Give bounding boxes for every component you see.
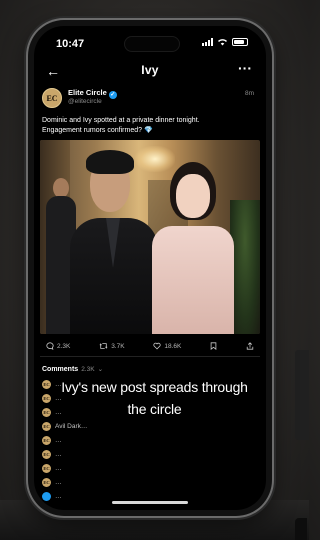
commenter-avatar: EC: [42, 449, 51, 459]
caption-line: the circle: [127, 401, 182, 417]
post-text-line: Engagement rumors confirmed? 💎: [42, 126, 258, 136]
chevron-down-icon: ⌄: [97, 366, 104, 373]
comment-text: Avil Dark…: [55, 422, 88, 430]
video-caption: Ivy's new post spreads through the circl…: [34, 376, 275, 420]
background-object: [295, 350, 309, 440]
post-timestamp: 8m: [244, 90, 254, 97]
like-count: 18.6K: [164, 342, 182, 350]
comment-button[interactable]: 2.3K: [46, 342, 70, 350]
signal-icon: [202, 38, 213, 46]
comment-item[interactable]: EC …: [34, 447, 266, 461]
commenter-avatar: [42, 491, 51, 501]
share-icon: [246, 342, 254, 350]
commenter-avatar: EC: [42, 463, 51, 473]
phone-screen: 10:47 ← Ivy ··· EC Elite Circle ✓ @elitec…: [34, 26, 266, 510]
image-man-hair: [86, 150, 134, 174]
post-body: Dominic and Ivy spotted at a private din…: [34, 116, 266, 136]
bookmark-icon: [210, 342, 217, 350]
post-text-line-2: Engagement rumors confirmed?: [42, 127, 142, 134]
comment-item[interactable]: EC Avil Dark…: [34, 419, 266, 433]
system-icons: [202, 38, 248, 46]
comment-text: …: [55, 478, 62, 486]
comment-item[interactable]: EC …: [34, 461, 266, 475]
status-time: 10:47: [56, 38, 85, 50]
comment-count: 2.3K: [57, 342, 71, 350]
status-bar: 10:47: [34, 26, 266, 60]
like-button[interactable]: 18.6K: [153, 342, 181, 350]
post-actions: 2.3K 3.7K 18.6K: [34, 334, 266, 356]
share-button[interactable]: [246, 342, 254, 350]
bookmark-button[interactable]: [210, 342, 217, 350]
author-handle: @elitecircle: [68, 98, 102, 105]
comment-text: …: [55, 492, 62, 500]
battery-icon: [232, 38, 248, 46]
comment-icon: [46, 342, 54, 350]
author-avatar[interactable]: EC: [42, 88, 62, 108]
more-options-icon[interactable]: ···: [238, 60, 252, 76]
home-indicator[interactable]: [112, 501, 188, 504]
background-object: [295, 518, 307, 540]
comment-text: …: [55, 436, 62, 444]
image-woman-dress: [152, 226, 234, 334]
comment-item[interactable]: EC …: [34, 433, 266, 447]
commenter-avatar: EC: [42, 477, 51, 487]
image-plant: [230, 200, 260, 334]
comment-text: …: [55, 450, 62, 458]
post-image[interactable]: [40, 140, 260, 334]
wifi-icon: [218, 39, 227, 46]
comment-text: …: [55, 464, 62, 472]
repost-icon: [99, 343, 108, 349]
caption-line: Ivy's new post spreads through: [61, 379, 248, 395]
dynamic-island: [124, 36, 180, 52]
post-text-line: Dominic and Ivy spotted at a private din…: [42, 117, 200, 124]
comments-count: 2.3K: [81, 366, 95, 373]
gem-emoji-icon: 💎: [143, 127, 153, 134]
verified-badge-icon: ✓: [108, 91, 117, 99]
phone-frame: 10:47 ← Ivy ··· EC Elite Circle ✓ @elitec…: [28, 20, 272, 516]
comments-label: Comments: [42, 366, 79, 373]
comment-item[interactable]: EC …: [34, 475, 266, 489]
commenter-avatar: EC: [42, 421, 51, 431]
comments-header[interactable]: Comments 2.3K ⌄: [34, 357, 266, 377]
repost-button[interactable]: 3.7K: [99, 342, 125, 350]
author-name-text: Elite Circle: [68, 88, 107, 97]
commenter-avatar: EC: [42, 435, 51, 445]
image-woman-face: [176, 174, 210, 218]
repost-count: 3.7K: [111, 342, 125, 350]
heart-icon: [153, 342, 161, 350]
top-nav: ← Ivy ···: [34, 60, 266, 82]
post-header: EC Elite Circle ✓ @elitecircle 8m: [34, 86, 266, 116]
image-background-person-head: [53, 178, 69, 198]
image-chandelier: [135, 146, 175, 172]
page-title: Ivy: [141, 63, 159, 77]
